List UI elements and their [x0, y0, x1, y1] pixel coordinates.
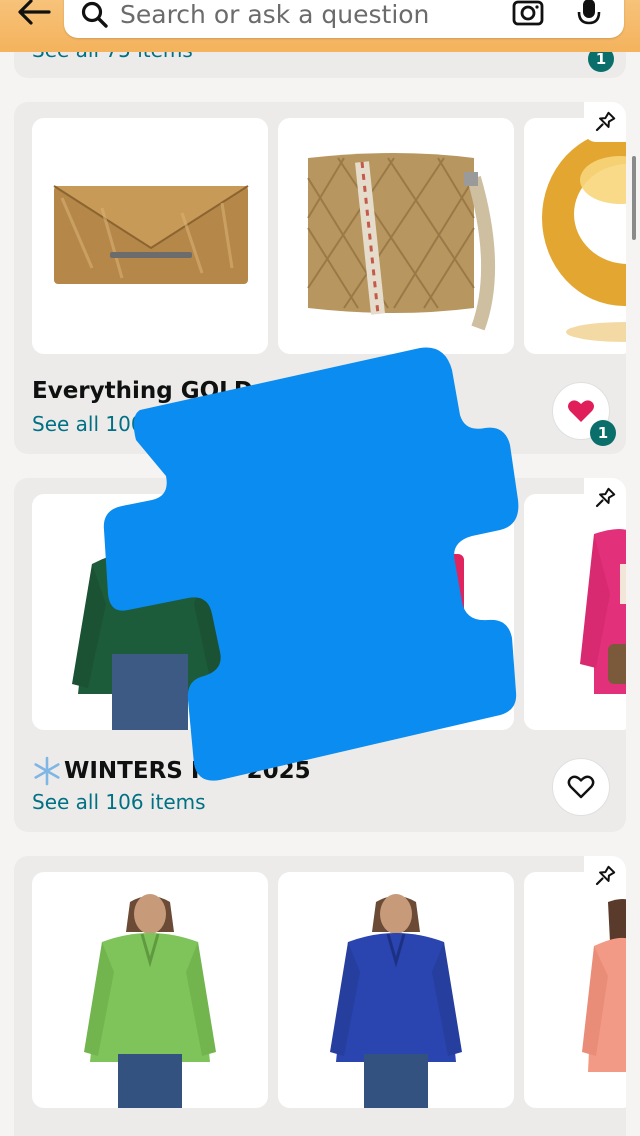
heart-outline-icon	[567, 775, 595, 799]
snowflake-icon	[34, 756, 60, 786]
see-all-link[interactable]: See all 106 items	[32, 790, 206, 814]
gold-bangle-image	[542, 130, 626, 342]
search-icon	[81, 1, 108, 28]
like-count-badge: 1	[590, 420, 616, 446]
pin-button[interactable]	[584, 856, 626, 896]
mic-icon[interactable]	[576, 0, 602, 28]
product-thumbnail[interactable]	[278, 118, 514, 354]
green-half-zip-sweater-image	[84, 894, 216, 1108]
product-thumbnail[interactable]	[524, 872, 626, 1108]
search-input[interactable]	[120, 0, 500, 30]
pin-icon	[595, 111, 616, 132]
product-thumbnail[interactable]	[32, 872, 268, 1108]
top-search-bar	[0, 0, 640, 52]
list-card[interactable]	[14, 856, 626, 1136]
pin-icon	[595, 865, 616, 886]
redaction-overlay	[103, 347, 519, 781]
product-thumbnail[interactable]	[278, 872, 514, 1108]
product-thumbnail[interactable]	[524, 118, 626, 354]
scrollbar[interactable]	[632, 156, 636, 240]
blue-half-zip-sweater-image	[330, 894, 462, 1108]
pin-button[interactable]	[584, 102, 626, 142]
camera-icon[interactable]	[512, 0, 544, 26]
back-button[interactable]	[14, 0, 54, 30]
product-thumbnail[interactable]	[524, 494, 626, 730]
gold-quilted-crossbody-image	[307, 153, 496, 331]
pin-icon	[595, 487, 616, 508]
pink-half-zip-sweater-image	[582, 899, 626, 1072]
gold-clutch-image	[53, 185, 249, 284]
pin-button[interactable]	[584, 478, 626, 518]
back-arrow-icon	[18, 0, 51, 25]
heart-filled-icon	[568, 400, 594, 422]
pink-sweater-image	[580, 529, 626, 694]
search-box[interactable]	[64, 0, 624, 38]
like-button[interactable]	[552, 758, 610, 816]
product-thumbnail[interactable]	[32, 118, 268, 354]
